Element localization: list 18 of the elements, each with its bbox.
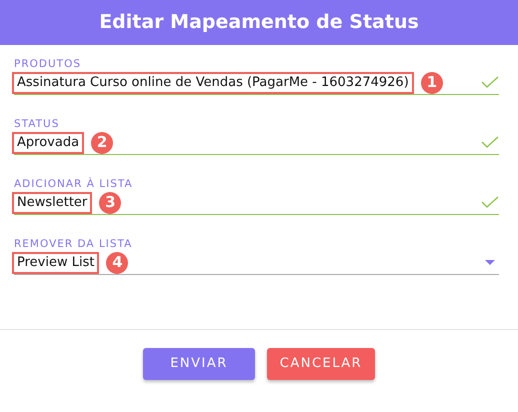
field-label: REMOVER DA LISTA: [14, 238, 134, 251]
field-label: ADICIONAR À LISTA: [14, 178, 134, 191]
step-number: 4: [106, 252, 128, 274]
field-value[interactable]: Preview List: [12, 252, 100, 274]
field-label: PRODUTOS: [14, 58, 82, 71]
step-number: 3: [99, 192, 122, 214]
step-number: 1: [420, 72, 443, 94]
step-number: 2: [91, 132, 114, 154]
dropdown-arrow-icon[interactable]: [485, 260, 495, 265]
field-value[interactable]: Aprovada: [12, 132, 84, 154]
field-label: STATUS: [14, 118, 60, 131]
check-icon: [481, 76, 499, 89]
field-value[interactable]: Assinatura Curso online de Vendas (PagarMe - 1603274926): [12, 72, 414, 94]
dialog-title: Editar Mapeamento de Status: [99, 11, 419, 34]
field-value[interactable]: Newsletter: [12, 192, 92, 214]
check-icon: [481, 196, 499, 209]
check-icon: [481, 136, 499, 149]
submit-button[interactable]: ENVIAR: [143, 348, 255, 380]
